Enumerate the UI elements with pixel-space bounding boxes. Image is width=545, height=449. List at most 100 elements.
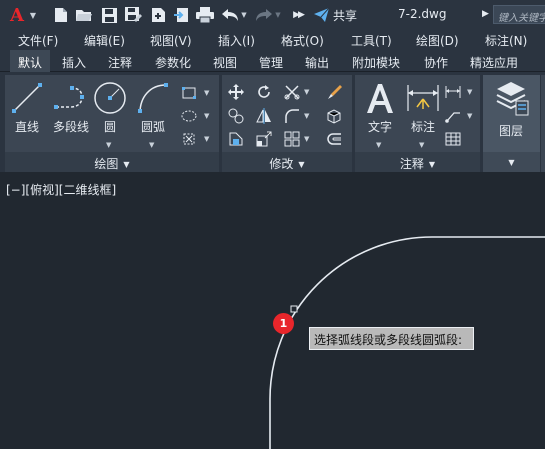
- leader-icon[interactable]: [445, 108, 461, 124]
- arc-icon: [138, 83, 168, 114]
- application-menu-chevron-icon[interactable]: ▼: [28, 5, 38, 25]
- text-tool-button[interactable]: 文字: [359, 81, 401, 135]
- line-tool-button[interactable]: 直线: [9, 81, 45, 135]
- search-input[interactable]: 键入关键字: [493, 5, 545, 24]
- copy-icon[interactable]: [228, 108, 244, 124]
- menu-insert[interactable]: 插入(I): [218, 32, 255, 49]
- layers-panel: 图层 ▼: [483, 75, 540, 172]
- text-dropdown-chevron-icon[interactable]: ▼: [376, 141, 381, 149]
- trim-dropdown-chevron-icon[interactable]: ▼: [304, 88, 309, 96]
- document-title: 7-2.dwg: [398, 7, 447, 21]
- circle-tool-label: 圆: [103, 120, 116, 134]
- share-icon: [314, 8, 329, 22]
- move-icon[interactable]: [228, 84, 244, 100]
- dimension-tool-button[interactable]: 标注: [403, 81, 443, 135]
- menu-edit[interactable]: 编辑(E): [84, 32, 125, 49]
- hatch-ellipse-icon[interactable]: [181, 108, 197, 124]
- fillet-dropdown-chevron-icon[interactable]: ▼: [304, 112, 309, 120]
- draw-panel: 直线 多段线 圆 ▼ 圆弧 ▼ ▼ ▼ ▼ 绘图 ▼: [5, 75, 219, 172]
- save-as-icon[interactable]: [124, 5, 142, 25]
- explode-icon[interactable]: [326, 108, 342, 124]
- text-tool-label: 文字: [367, 120, 392, 134]
- stretch-icon[interactable]: [228, 131, 244, 147]
- tab-parametric[interactable]: 参数化: [155, 50, 191, 72]
- modify-panel-title[interactable]: 修改 ▼: [222, 152, 352, 172]
- search-expand-icon[interactable]: ▶: [482, 9, 489, 19]
- array-icon[interactable]: [284, 131, 300, 147]
- tab-manage[interactable]: 管理: [259, 50, 283, 72]
- step-number-badge: 1: [273, 313, 294, 334]
- rectangle-dropdown-chevron-icon[interactable]: ▼: [204, 89, 209, 97]
- next-panel-edge: [541, 75, 545, 172]
- pick-cursor: [290, 305, 298, 313]
- fillet-icon[interactable]: [284, 108, 300, 124]
- layers-panel-dropdown[interactable]: ▼: [483, 152, 540, 172]
- circle-dropdown-chevron-icon[interactable]: ▼: [106, 141, 111, 149]
- tab-addins[interactable]: 附加模块: [352, 50, 400, 72]
- dimension-dropdown-chevron-icon[interactable]: ▼: [419, 141, 424, 149]
- polyline-tool-button[interactable]: 多段线: [49, 81, 93, 135]
- command-prompt-tooltip: 选择弧线段或多段线圆弧段:: [309, 327, 474, 350]
- tab-output[interactable]: 输出: [305, 50, 329, 72]
- boundary-dropdown-chevron-icon[interactable]: ▼: [204, 135, 209, 143]
- drawing-canvas: [269, 236, 545, 449]
- mirror-icon[interactable]: [256, 108, 272, 124]
- circle-tool-button[interactable]: 圆: [93, 81, 127, 135]
- menu-bar: 文件(F) 编辑(E) 视图(V) 插入(I) 格式(O) 工具(T) 绘图(D…: [0, 30, 545, 50]
- plot-printer-icon[interactable]: [196, 5, 214, 25]
- menu-tools[interactable]: 工具(T): [351, 32, 392, 49]
- layers-label: 图层: [498, 124, 523, 138]
- linear-dimension-dropdown-chevron-icon[interactable]: ▼: [467, 88, 472, 96]
- undo-dropdown-chevron-icon[interactable]: ▼: [240, 5, 248, 25]
- array-dropdown-chevron-icon[interactable]: ▼: [304, 135, 309, 143]
- open-from-web-icon[interactable]: [150, 5, 166, 25]
- ribbon: 直线 多段线 圆 ▼ 圆弧 ▼ ▼ ▼ ▼ 绘图 ▼ ▼ ▼ ▼ 修改 ▼ 文字…: [0, 72, 545, 172]
- hatch-dropdown-chevron-icon[interactable]: ▼: [204, 112, 209, 120]
- drawing-viewport[interactable]: [−][俯视][二维线框] 1 选择弧线段或多段线圆弧段:: [0, 172, 545, 449]
- tab-default[interactable]: 默认: [10, 50, 50, 72]
- scale-icon[interactable]: [256, 131, 272, 147]
- erase-icon[interactable]: [326, 84, 342, 100]
- rectangle-icon[interactable]: [181, 85, 197, 101]
- customize-toolbar-icon[interactable]: ▶▶: [291, 5, 305, 25]
- dimension-icon: [407, 85, 439, 111]
- new-file-icon[interactable]: [53, 5, 69, 25]
- save-icon[interactable]: [101, 5, 117, 25]
- arc-tool-button[interactable]: 圆弧: [133, 81, 173, 135]
- tab-featured-apps[interactable]: 精选应用: [470, 50, 518, 72]
- table-icon[interactable]: [445, 131, 461, 147]
- tab-annotate[interactable]: 注释: [108, 50, 132, 72]
- menu-file[interactable]: 文件(F): [18, 32, 58, 49]
- polyline-icon: [54, 86, 84, 109]
- arc-dropdown-chevron-icon[interactable]: ▼: [149, 141, 154, 149]
- menu-view[interactable]: 视图(V): [150, 32, 192, 49]
- layers-stack-icon: [496, 82, 529, 116]
- linear-dimension-icon[interactable]: [445, 84, 461, 100]
- redo-dropdown-chevron-icon[interactable]: ▼: [274, 5, 282, 25]
- offset-icon[interactable]: [326, 131, 342, 147]
- tab-view[interactable]: 视图: [213, 50, 237, 72]
- layers-button[interactable]: 图层: [491, 79, 531, 139]
- menu-draw[interactable]: 绘图(D): [416, 32, 459, 49]
- tab-collaborate[interactable]: 协作: [424, 50, 448, 72]
- open-file-icon[interactable]: [75, 5, 93, 25]
- autocad-window: A ▼ ▼ ▼ ▶▶ 共享 7-2.dwg ▶ 键入关键字 文件(F) 编辑(E…: [0, 0, 545, 449]
- menu-format[interactable]: 格式(O): [281, 32, 324, 49]
- draw-panel-title[interactable]: 绘图 ▼: [5, 152, 219, 172]
- undo-icon[interactable]: [222, 5, 238, 25]
- boundary-icon[interactable]: [181, 131, 197, 147]
- line-tool-label: 直线: [14, 120, 39, 134]
- leader-dropdown-chevron-icon[interactable]: ▼: [467, 112, 472, 120]
- save-to-web-icon[interactable]: [173, 5, 189, 25]
- share-button[interactable]: 共享: [314, 5, 357, 25]
- tab-insert[interactable]: 插入: [62, 50, 86, 72]
- annotation-panel-title[interactable]: 注释 ▼: [355, 152, 480, 172]
- dimension-tool-label: 标注: [410, 120, 435, 134]
- autocad-logo-icon[interactable]: A: [8, 5, 26, 26]
- rotate-icon[interactable]: [256, 84, 272, 100]
- trim-icon[interactable]: [284, 84, 300, 100]
- menu-dimension[interactable]: 标注(N): [485, 32, 527, 49]
- modify-panel: ▼ ▼ ▼ 修改 ▼: [222, 75, 352, 172]
- redo-icon[interactable]: [256, 5, 272, 25]
- circle-icon: [94, 82, 126, 114]
